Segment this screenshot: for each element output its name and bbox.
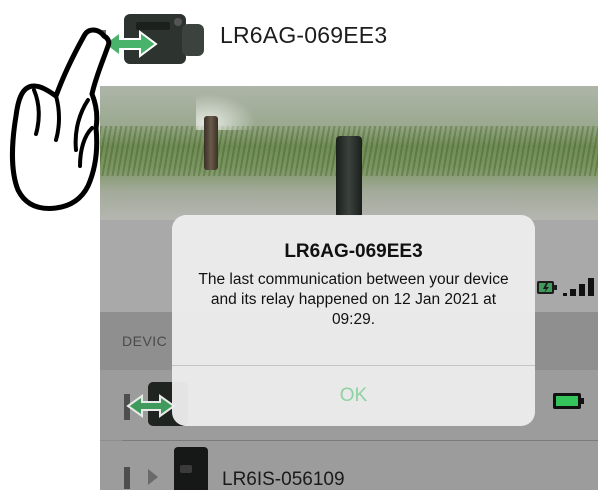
alert-dialog: LR6AG-069EE3 The last communication betw…: [172, 215, 535, 426]
battery-charging-icon: [537, 281, 557, 294]
device-name-title: LR6AG-069EE3: [220, 22, 388, 48]
ok-button[interactable]: OK: [172, 366, 535, 426]
alert-title: LR6AG-069EE3: [284, 241, 423, 262]
signal-strength-icon: [563, 278, 594, 296]
alert-message: The last communication between your devi…: [198, 271, 509, 328]
device-thumbnail-icon: [124, 447, 208, 490]
device-row-name: LR6IS-056109: [222, 469, 345, 490]
device-row[interactable]: [100, 441, 598, 490]
sprinkler-head: [204, 116, 218, 170]
devices-section-label: DEVIC: [122, 333, 168, 349]
battery-full-icon: [553, 393, 584, 409]
pointing-hand-icon: [10, 27, 112, 211]
controller-module: [336, 136, 362, 216]
